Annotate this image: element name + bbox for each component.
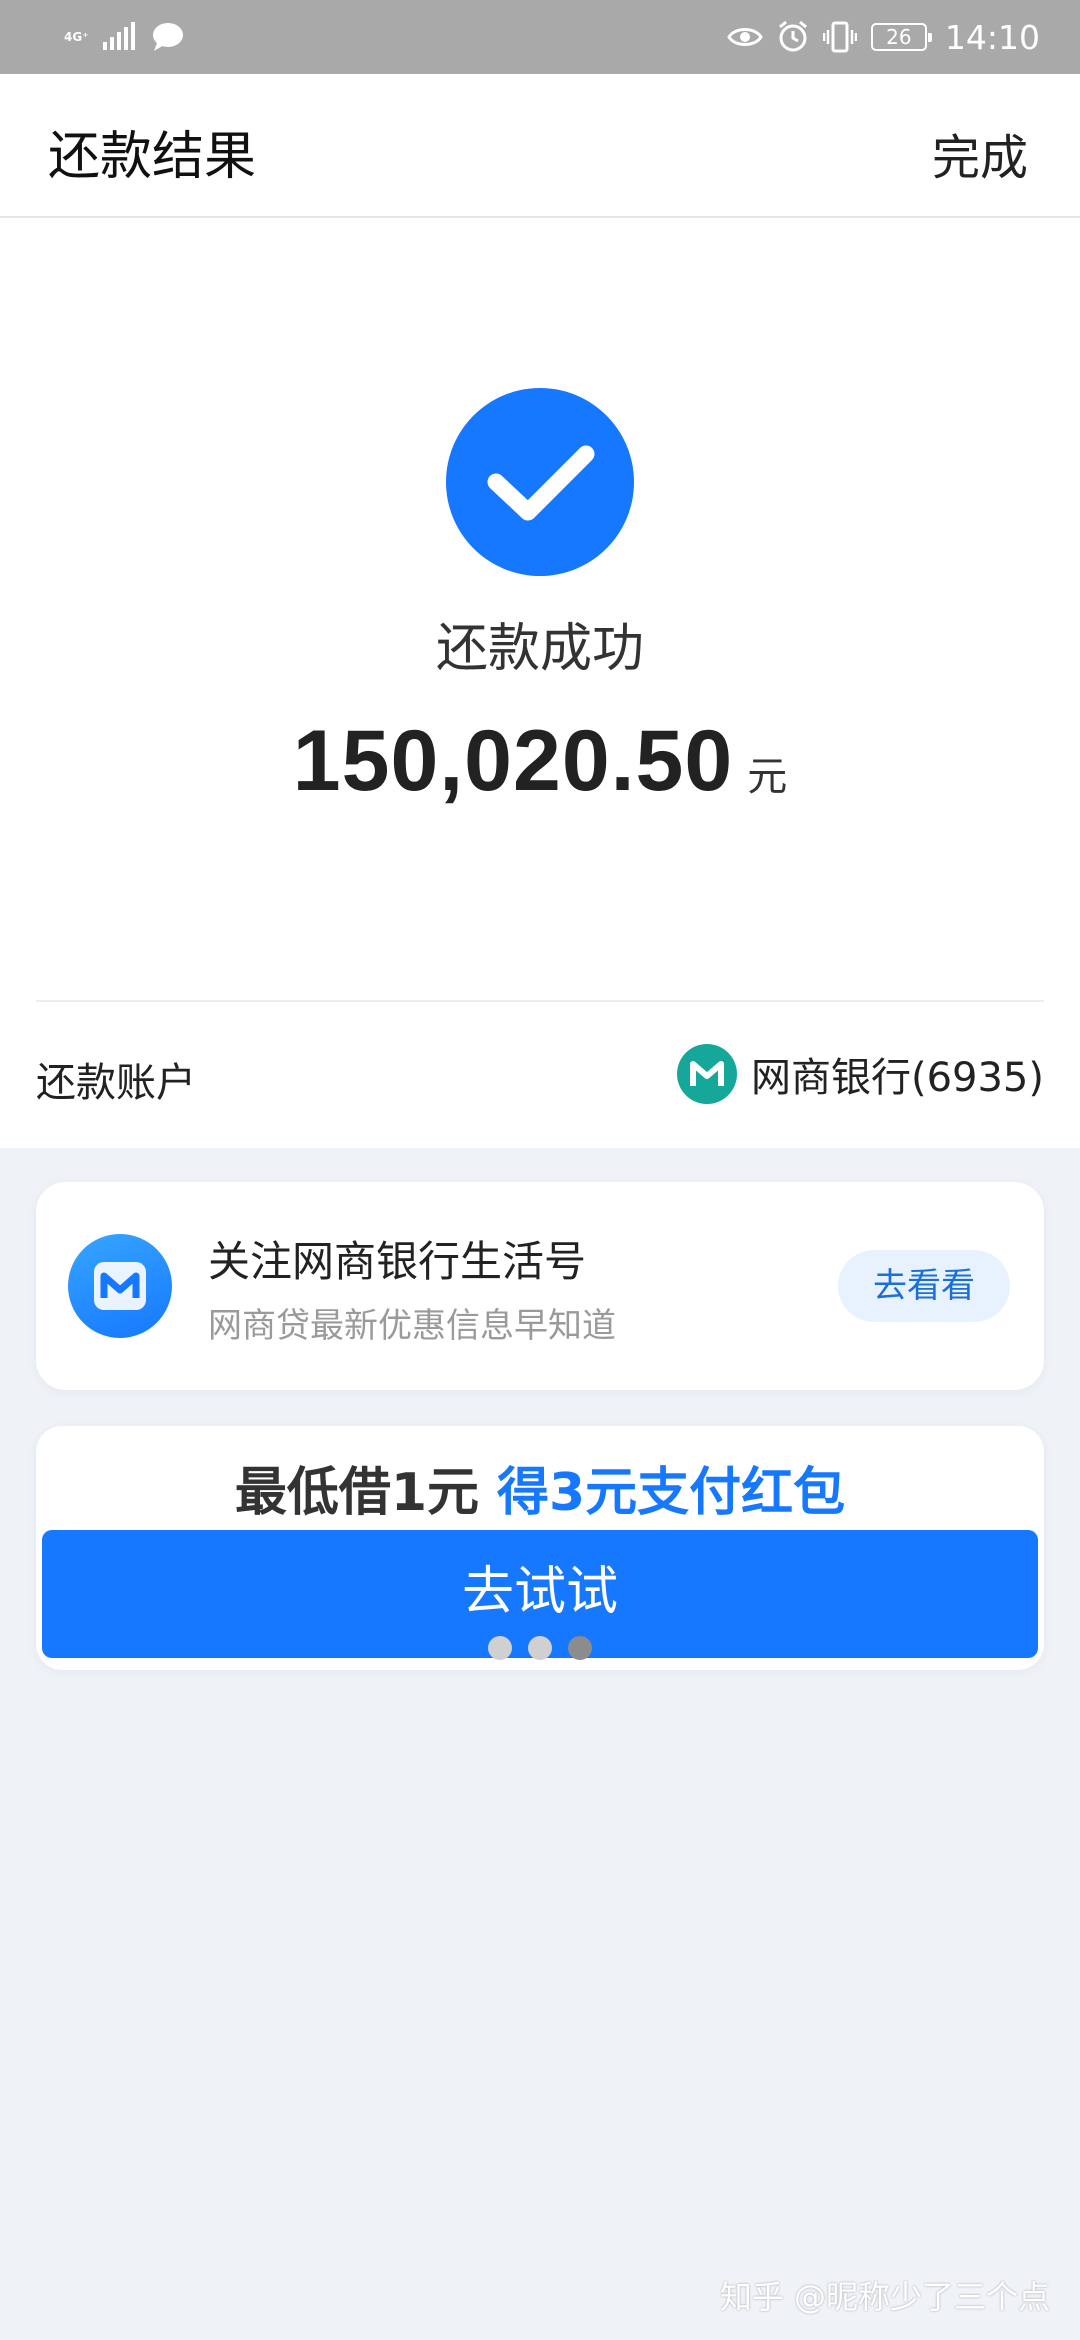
- bank-logo-icon: [676, 1044, 737, 1104]
- page-title: 还款结果: [48, 127, 257, 187]
- promo-text-dark: 最低借1元: [234, 1463, 479, 1523]
- message-icon: [152, 23, 183, 51]
- result-status-text: 还款成功: [435, 619, 644, 679]
- carousel-dot[interactable]: [528, 1636, 552, 1660]
- network-type-label: 4G⁺: [64, 30, 89, 44]
- result-panel: 还款成功 150,020.50 元 还款账户 网商银行(6935): [0, 218, 1080, 1148]
- watermark: 知乎 @昵称少了三个点: [719, 2278, 1050, 2316]
- alarm-icon: [778, 20, 807, 52]
- amount-unit: 元: [747, 754, 788, 800]
- follow-card[interactable]: 关注网商银行生活号 网商贷最新优惠信息早知道 去看看: [36, 1182, 1044, 1390]
- go-see-button[interactable]: 去看看: [838, 1250, 1010, 1322]
- account-label: 还款账户: [36, 1060, 196, 1106]
- battery-icon: 26: [870, 23, 932, 51]
- carousel-dots: [36, 1636, 1044, 1660]
- status-right: 26 14:10: [727, 16, 1040, 58]
- amount-value: 150,020.50: [292, 713, 734, 809]
- status-bar: 4G⁺ 26 14:10: [0, 0, 1080, 74]
- title-bar: 还款结果 完成: [0, 74, 1080, 218]
- promo-text: 最低借1元 得3元支付红包: [36, 1450, 1044, 1525]
- vibrate-icon: [822, 21, 857, 53]
- success-badge: [446, 388, 634, 576]
- done-button[interactable]: 完成: [932, 118, 1028, 188]
- account-value: 网商银行(6935): [750, 1055, 1044, 1101]
- amount-row: 150,020.50 元: [0, 712, 1080, 811]
- carousel-dot-active[interactable]: [568, 1636, 592, 1660]
- account-value-row: 网商银行(6935): [676, 1044, 1044, 1104]
- carousel-dot[interactable]: [488, 1636, 512, 1660]
- signal-icon: [102, 22, 135, 50]
- check-icon: [487, 445, 595, 521]
- eye-icon: [727, 28, 763, 46]
- promo-text-blue: 得3元支付红包: [497, 1463, 846, 1523]
- follow-title: 关注网商银行生活号: [208, 1237, 587, 1286]
- mybank-logo-icon: [68, 1234, 172, 1338]
- status-left: 4G⁺: [64, 16, 185, 58]
- status-time: 14:10: [944, 17, 1040, 57]
- promo-card: 最低借1元 得3元支付红包 去试试: [36, 1426, 1044, 1670]
- follow-subtitle: 网商贷最新优惠信息早知道: [208, 1306, 616, 1346]
- divider: [36, 1000, 1044, 1002]
